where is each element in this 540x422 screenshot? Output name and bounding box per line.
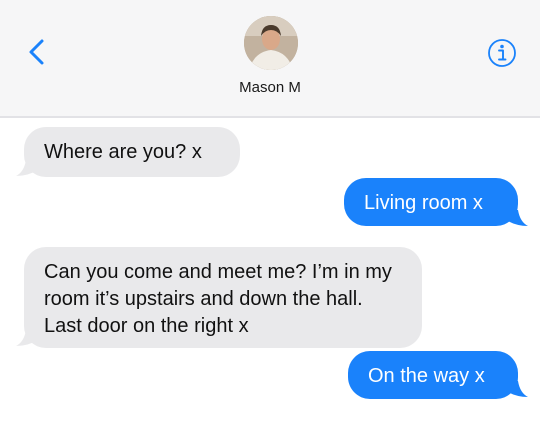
message-bubble-incoming[interactable]: Where are you? x [24,127,240,177]
message-text: On the way x [368,365,485,387]
message-thread: Where are you? x Living room x Can you c… [0,118,540,422]
message-text: Living room x [364,192,483,214]
message-text: Can you come and meet me? I’m in my room… [44,261,392,337]
message-bubble-outgoing[interactable]: Living room x [344,178,518,226]
message-bubble-outgoing[interactable]: On the way x [348,351,518,399]
message-bubble-incoming[interactable]: Can you come and meet me? I’m in my room… [24,247,422,348]
chevron-left-icon[interactable] [22,36,54,68]
avatar[interactable] [244,16,298,70]
info-icon[interactable] [487,38,517,68]
conversation-header: Mason M [0,0,540,118]
contact-name[interactable]: Mason M [0,79,540,96]
message-text: Where are you? x [44,141,202,163]
